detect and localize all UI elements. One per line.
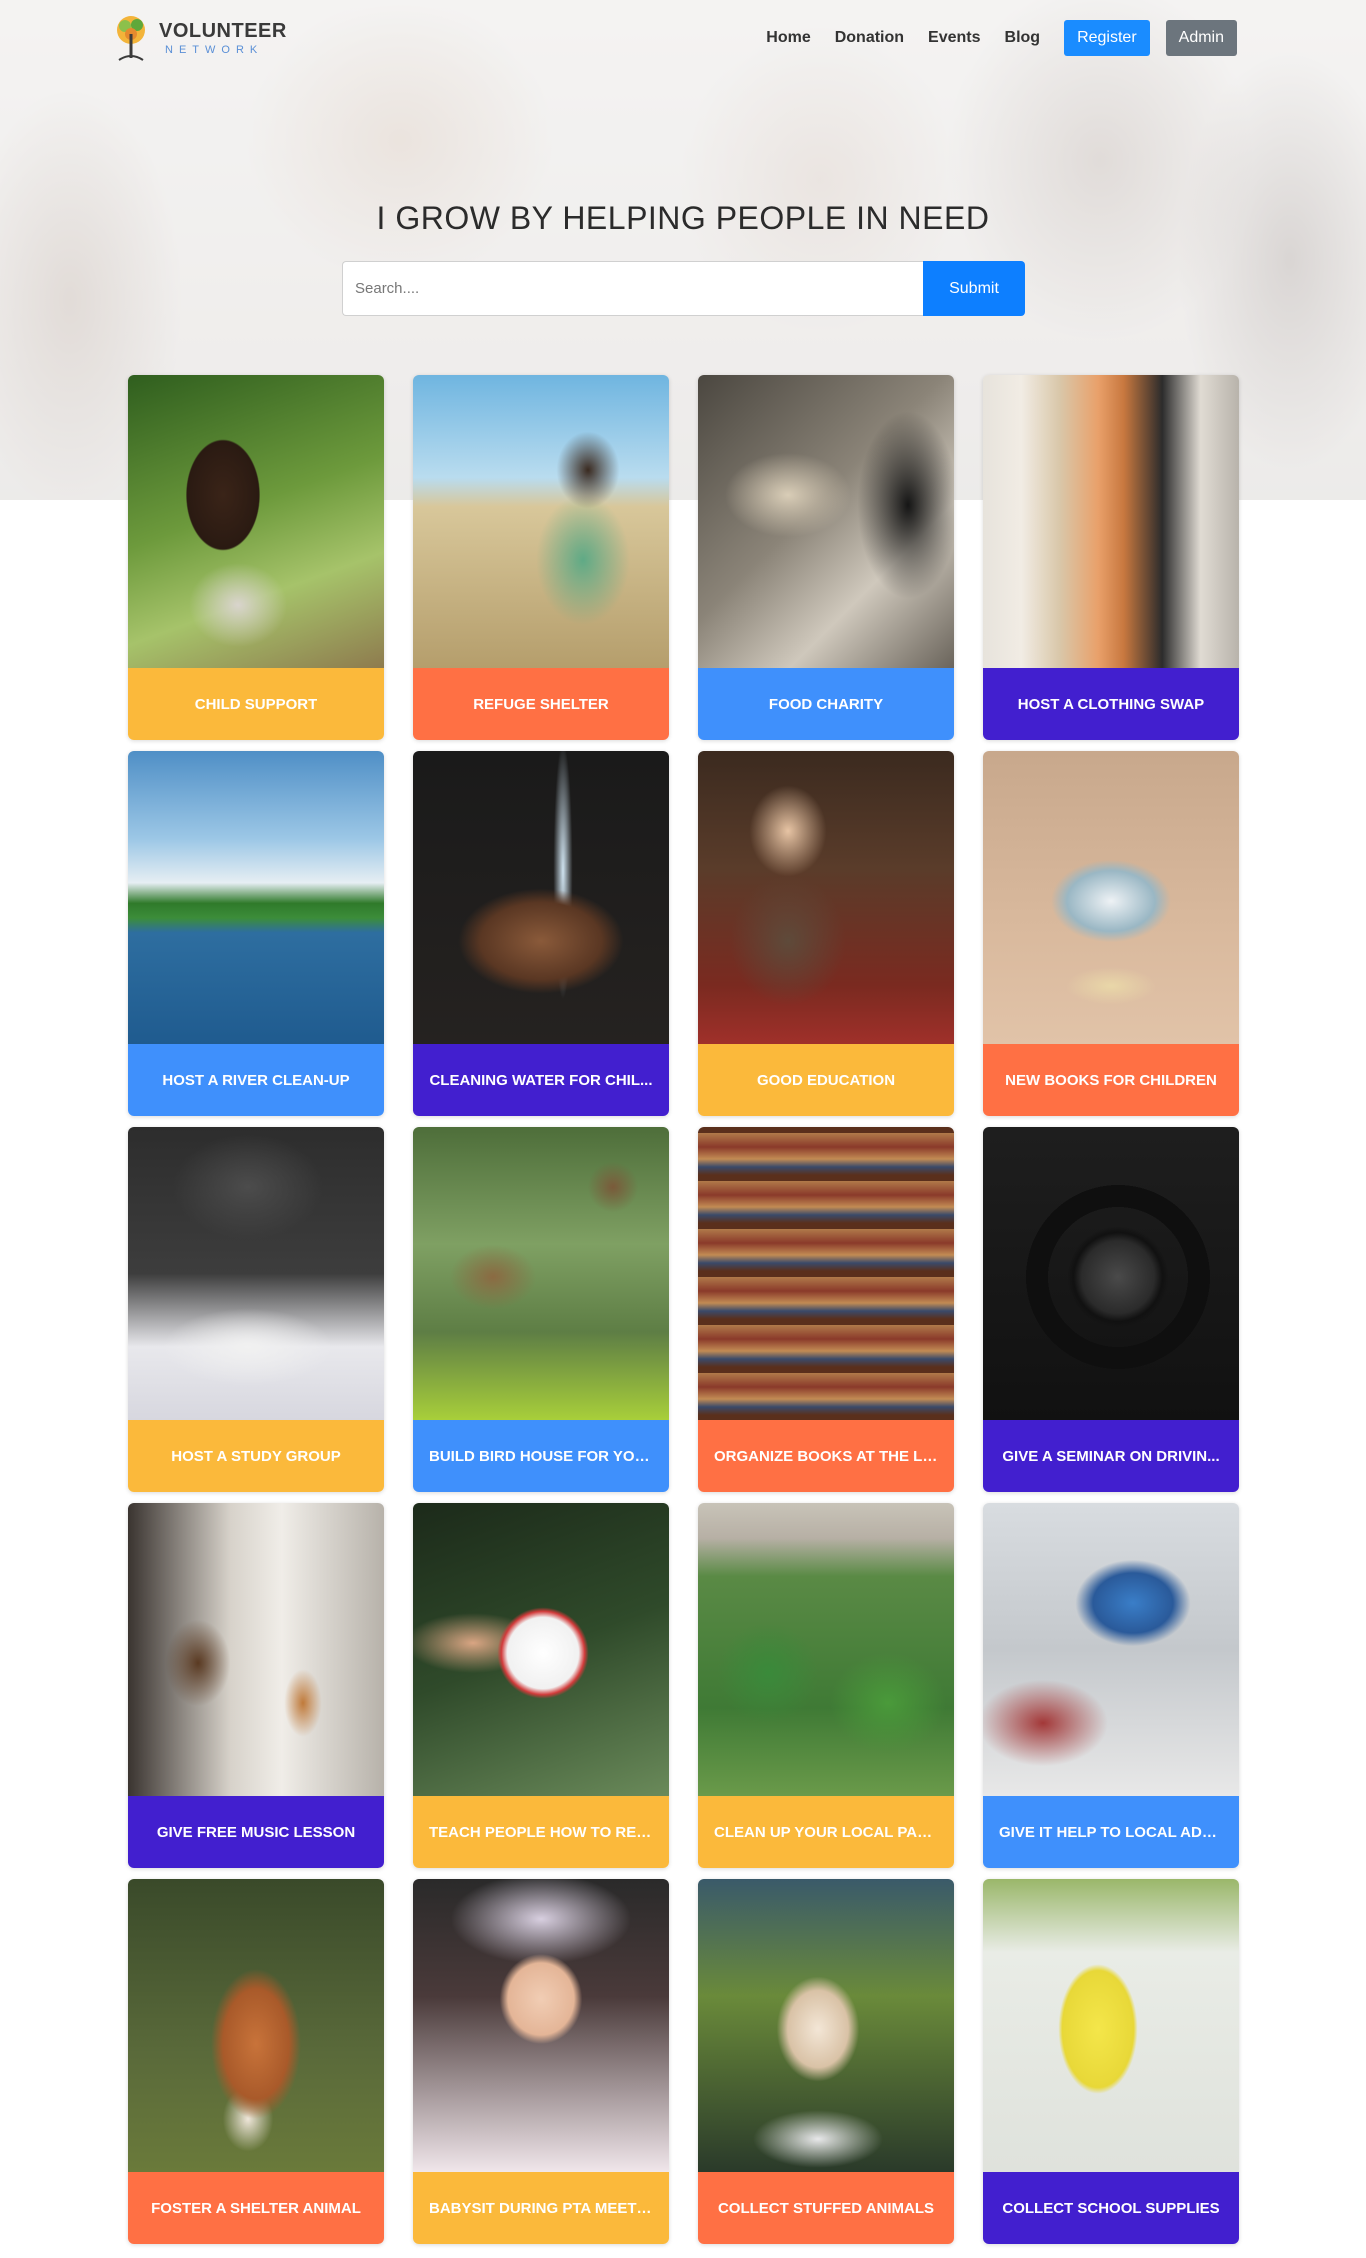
i-voted-sticker-photo[interactable] — [413, 1503, 669, 1796]
cause-card[interactable]: CHILD SUPPORT — [128, 375, 384, 740]
card-title-text: ORGANIZE BOOKS AT THE LI... — [714, 1447, 938, 1465]
card-title-text: BABYSIT DURING PTA MEETI... — [429, 2199, 653, 2217]
search-input[interactable] — [342, 261, 923, 316]
card-title[interactable]: BUILD BIRD HOUSE FOR YOU... — [413, 1420, 669, 1492]
main-nav: Home Donation Events Blog Register Admin — [766, 18, 1237, 58]
guitar-room-photo[interactable] — [128, 1503, 384, 1796]
card-title-text: CLEANING WATER FOR CHIL... — [429, 1071, 653, 1089]
card-title-text: REFUGE SHELTER — [473, 695, 609, 713]
river-photo[interactable] — [128, 751, 384, 1044]
card-title-text: HOST A RIVER CLEAN-UP — [162, 1071, 350, 1089]
tree-logo-icon — [117, 16, 145, 61]
cause-card[interactable]: NEW BOOKS FOR CHILDREN — [983, 751, 1239, 1116]
card-title[interactable]: GOOD EDUCATION — [698, 1044, 954, 1116]
bookshelf-photo[interactable] — [698, 1127, 954, 1420]
card-title-text: NEW BOOKS FOR CHILDREN — [1005, 1071, 1217, 1089]
brand-subtitle: NETWORK — [165, 44, 264, 56]
study-notes-photo[interactable] — [128, 1127, 384, 1420]
card-title[interactable]: HOST A RIVER CLEAN-UP — [128, 1044, 384, 1116]
search-form: Submit — [342, 261, 1025, 316]
laptop-photo[interactable] — [983, 1503, 1239, 1796]
card-title[interactable]: CLEANING WATER FOR CHIL... — [413, 1044, 669, 1116]
card-title-text: COLLECT SCHOOL SUPPLIES — [1002, 2199, 1220, 2217]
brand-title: VOLUNTEER — [159, 20, 287, 42]
card-title[interactable]: NEW BOOKS FOR CHILDREN — [983, 1044, 1239, 1116]
cause-card[interactable]: COLLECT SCHOOL SUPPLIES — [983, 1879, 1239, 2244]
cause-card[interactable]: GIVE A SEMINAR ON DRIVIN... — [983, 1127, 1239, 1492]
card-title[interactable]: ORGANIZE BOOKS AT THE LI... — [698, 1420, 954, 1492]
cause-card[interactable]: COLLECT STUFFED ANIMALS — [698, 1879, 954, 2244]
card-title-text: GIVE IT HELP TO LOCAL ADUL... — [999, 1823, 1223, 1841]
open-book-photo[interactable] — [983, 751, 1239, 1044]
steering-wheel-photo[interactable] — [983, 1127, 1239, 1420]
card-title[interactable]: HOST A CLOTHING SWAP — [983, 668, 1239, 740]
card-title[interactable]: BABYSIT DURING PTA MEETI... — [413, 2172, 669, 2244]
card-title-text: GOOD EDUCATION — [756, 1071, 896, 1089]
card-title-text: CHILD SUPPORT — [194, 695, 318, 713]
card-title-text: GIVE FREE MUSIC LESSON — [156, 1823, 356, 1841]
card-title[interactable]: COLLECT STUFFED ANIMALS — [698, 2172, 954, 2244]
search-submit-button[interactable]: Submit — [923, 261, 1025, 316]
card-title[interactable]: CLEAN UP YOUR LOCAL PARK — [698, 1796, 954, 1868]
food-market-photo[interactable] — [698, 375, 954, 668]
brand-logo[interactable]: VOLUNTEER NETWORK — [113, 14, 286, 64]
card-title-text: FOSTER A SHELTER ANIMAL — [151, 2199, 361, 2217]
nav-events-link[interactable]: Events — [928, 29, 980, 47]
cause-card[interactable]: HOST A CLOTHING SWAP — [983, 375, 1239, 740]
cause-card[interactable]: FOOD CHARITY — [698, 375, 954, 740]
bird-house-photo[interactable] — [413, 1127, 669, 1420]
card-title[interactable]: FOOD CHARITY — [698, 668, 954, 740]
cause-card[interactable]: CLEANING WATER FOR CHIL... — [413, 751, 669, 1116]
card-title-text: BUILD BIRD HOUSE FOR YOU... — [429, 1447, 653, 1465]
water-hands-photo[interactable] — [413, 751, 669, 1044]
card-title[interactable]: COLLECT SCHOOL SUPPLIES — [983, 2172, 1239, 2244]
cause-card[interactable]: CLEAN UP YOUR LOCAL PARK — [698, 1503, 954, 1868]
card-title[interactable]: CHILD SUPPORT — [128, 668, 384, 740]
cause-card[interactable]: BUILD BIRD HOUSE FOR YOU... — [413, 1127, 669, 1492]
register-button[interactable]: Register — [1064, 20, 1150, 56]
boy-reading-library-photo[interactable] — [698, 751, 954, 1044]
card-title[interactable]: REFUGE SHELTER — [413, 668, 669, 740]
boy-in-field-photo[interactable] — [413, 375, 669, 668]
nav-home-link[interactable]: Home — [766, 29, 810, 47]
cause-card[interactable]: HOST A RIVER CLEAN-UP — [128, 751, 384, 1116]
nav-blog-link[interactable]: Blog — [1005, 29, 1041, 47]
card-title-text: HOST A CLOTHING SWAP — [1017, 695, 1205, 713]
card-title-text: COLLECT STUFFED ANIMALS — [717, 2199, 935, 2217]
fox-photo[interactable] — [128, 1879, 384, 2172]
cause-card[interactable]: ORGANIZE BOOKS AT THE LI... — [698, 1127, 954, 1492]
hero-title: I GROW BY HELPING PEOPLE IN NEED — [376, 200, 990, 236]
card-title-text: HOST A STUDY GROUP — [171, 1447, 341, 1465]
card-title-text: TEACH PEOPLE HOW TO REGI... — [429, 1823, 653, 1841]
love-to-learn-sign-photo[interactable] — [983, 1879, 1239, 2172]
card-title-text: GIVE A SEMINAR ON DRIVIN... — [1002, 1447, 1220, 1465]
card-title[interactable]: TEACH PEOPLE HOW TO REGI... — [413, 1796, 669, 1868]
card-title[interactable]: GIVE FREE MUSIC LESSON — [128, 1796, 384, 1868]
city-park-photo[interactable] — [698, 1503, 954, 1796]
baby-photo[interactable] — [413, 1879, 669, 2172]
card-title-text: FOOD CHARITY — [768, 695, 884, 713]
cause-card[interactable]: GIVE IT HELP TO LOCAL ADUL... — [983, 1503, 1239, 1868]
card-title-text: CLEAN UP YOUR LOCAL PARK — [714, 1823, 938, 1841]
nav-donation-link[interactable]: Donation — [835, 29, 904, 47]
cause-card[interactable]: HOST A STUDY GROUP — [128, 1127, 384, 1492]
card-title[interactable]: GIVE IT HELP TO LOCAL ADUL... — [983, 1796, 1239, 1868]
cause-card-grid: CHILD SUPPORT REFUGE SHELTER FOOD CHARITY H… — [128, 375, 1239, 2244]
card-title[interactable]: GIVE A SEMINAR ON DRIVIN... — [983, 1420, 1239, 1492]
card-title[interactable]: HOST A STUDY GROUP — [128, 1420, 384, 1492]
card-title[interactable]: FOSTER A SHELTER ANIMAL — [128, 2172, 384, 2244]
cause-card[interactable]: GOOD EDUCATION — [698, 751, 954, 1116]
cause-card[interactable]: BABYSIT DURING PTA MEETI... — [413, 1879, 669, 2244]
cause-card[interactable]: TEACH PEOPLE HOW TO REGI... — [413, 1503, 669, 1868]
cause-card[interactable]: GIVE FREE MUSIC LESSON — [128, 1503, 384, 1868]
cause-card[interactable]: FOSTER A SHELTER ANIMAL — [128, 1879, 384, 2244]
girl-outdoors-photo[interactable] — [128, 375, 384, 668]
clothing-rack-photo[interactable] — [983, 375, 1239, 668]
cause-card[interactable]: REFUGE SHELTER — [413, 375, 669, 740]
admin-button[interactable]: Admin — [1165, 20, 1237, 56]
fluffy-dog-photo[interactable] — [698, 1879, 954, 2172]
